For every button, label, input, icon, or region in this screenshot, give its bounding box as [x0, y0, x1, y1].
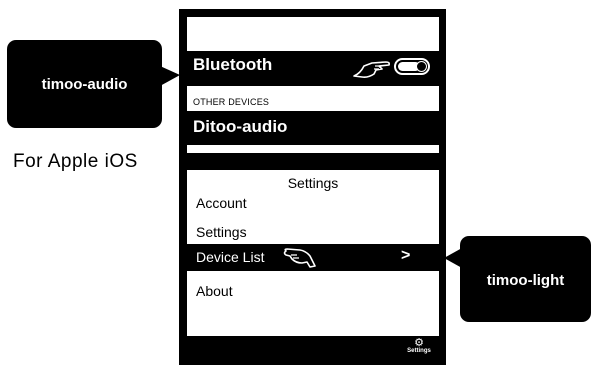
hand-pointer-icon: [283, 248, 316, 268]
hand-pointer-icon: [353, 61, 390, 78]
settings-item-about[interactable]: About: [196, 283, 233, 299]
chevron-right-icon: >: [401, 247, 411, 264]
callout-pointer: [160, 66, 180, 86]
settings-item-settings[interactable]: Settings: [196, 224, 247, 240]
settings-item-account[interactable]: Account: [196, 195, 247, 211]
callout-right-label: timoo-light: [486, 272, 565, 289]
callout-left-label: timoo-audio: [41, 76, 128, 93]
device-list-label: Device List: [196, 249, 265, 265]
device-label: Ditoo-audio: [193, 117, 288, 136]
settings-tab[interactable]: ⚙ Settings: [407, 338, 431, 355]
gear-icon: ⚙: [414, 337, 424, 349]
platform-caption: For Apple iOS: [13, 151, 138, 172]
toggle-knob: [416, 61, 427, 72]
callout-pointer: [444, 248, 462, 268]
bluetooth-toggle[interactable]: [394, 58, 430, 75]
other-devices-header: OTHER DEVICES: [193, 97, 270, 107]
bluetooth-label: Bluetooth: [193, 55, 273, 74]
settings-tab-label: Settings: [407, 348, 431, 354]
settings-title: Settings: [287, 175, 339, 191]
